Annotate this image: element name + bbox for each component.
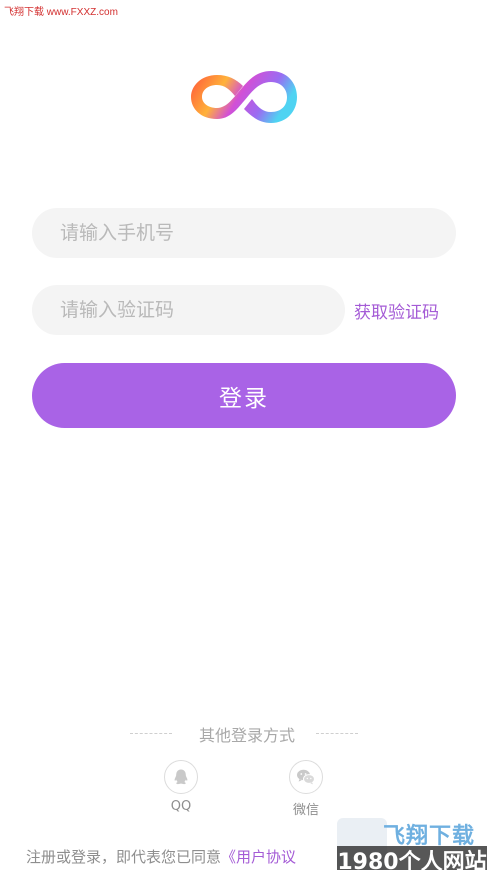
verification-code-field[interactable] xyxy=(32,285,345,335)
other-login-title: 其他登录方式 xyxy=(198,726,295,745)
wechat-login-button[interactable]: 微信 xyxy=(276,760,336,818)
user-agreement-link[interactable]: 《用户协议 xyxy=(221,848,296,866)
qq-icon xyxy=(164,760,198,794)
qq-label: QQ xyxy=(170,799,192,814)
phone-input[interactable] xyxy=(58,221,456,245)
get-code-button[interactable]: 获取验证码 xyxy=(354,298,439,323)
phone-field[interactable] xyxy=(32,208,456,258)
watermark-bottom-text: 1980个人网站 xyxy=(337,850,487,870)
agreement-text: 注册或登录，即代表您已同意《用户协议 xyxy=(26,846,296,867)
wechat-icon xyxy=(289,760,323,794)
qq-login-button[interactable]: QQ xyxy=(151,760,211,814)
login-button[interactable]: 登录 xyxy=(32,363,456,428)
wechat-label: 微信 xyxy=(292,803,319,818)
watermark-badge: 飞翔下载 1980个人网站 xyxy=(337,818,487,870)
verification-code-input[interactable] xyxy=(58,298,345,322)
app-logo-infinity-icon xyxy=(191,71,297,123)
agreement-prefix: 注册或登录，即代表您已同意 xyxy=(26,848,222,866)
watermark-site-text: 飞翔下载 www.FXXZ.com xyxy=(4,7,118,18)
